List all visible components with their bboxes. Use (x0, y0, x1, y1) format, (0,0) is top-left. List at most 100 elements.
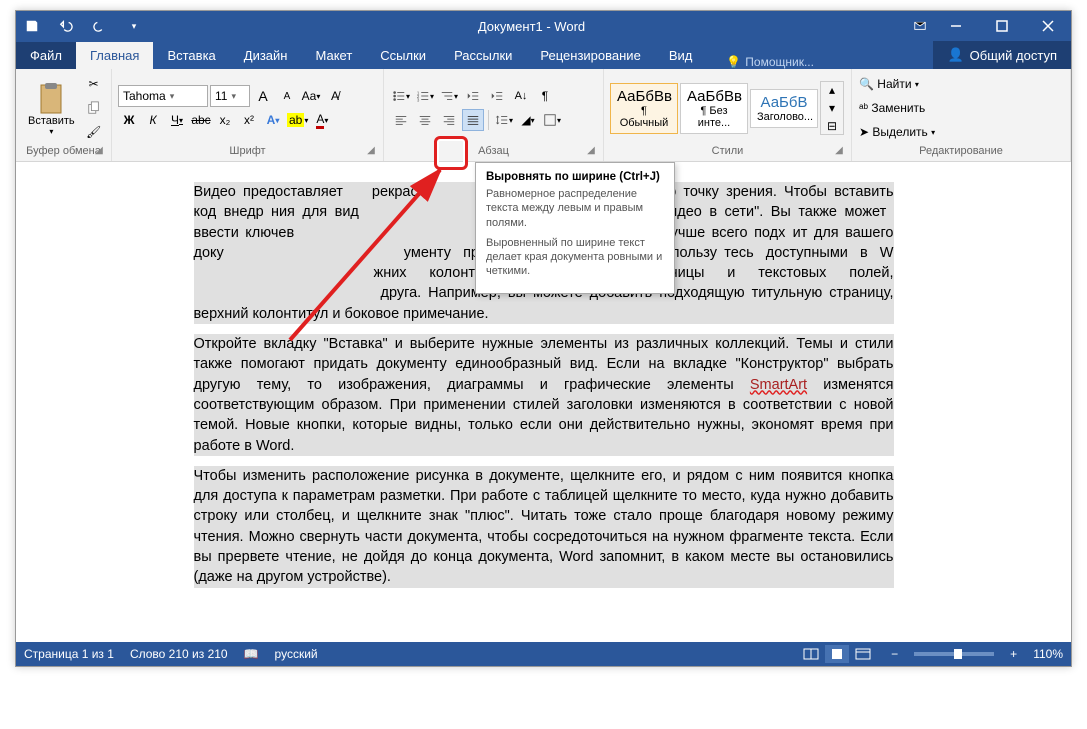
find-button[interactable]: 🔍 Найти ▾ (858, 73, 968, 95)
tab-references[interactable]: Ссылки (366, 42, 440, 69)
view-print-layout[interactable] (825, 645, 849, 663)
align-left-icon (394, 113, 408, 127)
font-size-combo[interactable]: 11▾ (210, 85, 250, 107)
view-web-layout[interactable] (851, 645, 875, 663)
line-spacing-icon (495, 113, 509, 127)
borders-icon (543, 113, 557, 127)
bulb-icon: 💡 (726, 55, 741, 69)
zoom-slider[interactable] (914, 652, 994, 656)
outdent-icon (466, 89, 480, 103)
styles-launcher[interactable]: ◢ (833, 145, 845, 157)
view-buttons (799, 645, 875, 663)
increase-indent-button[interactable] (486, 85, 508, 107)
text-effects-button[interactable]: A▾ (262, 109, 284, 131)
paragraph-launcher[interactable]: ◢ (585, 145, 597, 157)
save-icon[interactable] (22, 16, 42, 36)
zoom-out-button[interactable]: − (891, 647, 898, 661)
format-painter-button[interactable]: 🖌 (83, 121, 105, 143)
justify-button[interactable] (462, 109, 484, 131)
show-marks-button[interactable]: ¶ (534, 85, 556, 107)
change-case-button[interactable]: Aa▾ (300, 85, 322, 107)
clipboard-group-label: Буфер обмена (26, 145, 101, 157)
maximize-button[interactable] (979, 11, 1025, 41)
paragraph-2[interactable]: Откройте вкладку "Вставка" и выберите ну… (194, 334, 894, 456)
clipboard-launcher[interactable]: ◢ (93, 145, 105, 157)
multilevel-button[interactable]: ▾ (438, 85, 460, 107)
status-words[interactable]: Слово 210 из 210 (130, 647, 228, 661)
status-bar: Страница 1 из 1 Слово 210 из 210 📖 русск… (16, 642, 1071, 666)
tab-insert[interactable]: Вставка (153, 42, 229, 69)
font-color-button[interactable]: A▾ (311, 109, 333, 131)
close-button[interactable] (1025, 11, 1071, 41)
share-icon: 👤 (947, 47, 963, 63)
align-center-button[interactable] (414, 109, 436, 131)
zoom-level[interactable]: 110% (1033, 647, 1063, 661)
underline-button[interactable]: Ч▾ (166, 109, 188, 131)
ribbon: Вставить ▾ ✂ 🖌 Буфер обмена◢ Tahoma▾ 11▾… (16, 69, 1071, 162)
undo-icon[interactable] (56, 16, 76, 36)
font-launcher[interactable]: ◢ (365, 145, 377, 157)
style-heading1[interactable]: АаБбВЗаголово... (750, 89, 818, 128)
font-group-label: Шрифт (229, 145, 265, 157)
zoom-in-button[interactable]: + (1010, 647, 1017, 661)
styles-scroll-up[interactable]: ▴ (821, 82, 843, 98)
document-area[interactable]: Видео предоставляет xxxрекраснуить свою … (16, 162, 1071, 642)
numbering-button[interactable]: 123▾ (414, 85, 436, 107)
bold-button[interactable]: Ж (118, 109, 140, 131)
tab-file[interactable]: Файл (16, 42, 76, 69)
font-name-combo[interactable]: Tahoma▾ (118, 85, 208, 107)
decrease-indent-button[interactable] (462, 85, 484, 107)
superscript-button[interactable]: x² (238, 109, 260, 131)
paragraph-3[interactable]: Чтобы изменить расположение рисунка в до… (194, 466, 894, 588)
copy-button[interactable] (83, 97, 105, 119)
shading-button[interactable]: ◢▾ (517, 109, 539, 131)
borders-button[interactable]: ▾ (541, 109, 563, 131)
italic-button[interactable]: К (142, 109, 164, 131)
tab-design[interactable]: Дизайн (230, 42, 302, 69)
minimize-button[interactable] (933, 11, 979, 41)
redo-icon[interactable] (90, 16, 110, 36)
tab-review[interactable]: Рецензирование (526, 42, 654, 69)
eraser-icon: A̸ (331, 89, 339, 103)
smartart-link: SmartArt (750, 377, 807, 393)
styles-group-label: Стили (712, 145, 744, 157)
tab-mailings[interactable]: Рассылки (440, 42, 526, 69)
highlight-button[interactable]: ab▾ (286, 109, 309, 131)
tab-home[interactable]: Главная (76, 42, 153, 69)
tab-layout[interactable]: Макет (301, 42, 366, 69)
sort-button[interactable]: A↓ (510, 85, 532, 107)
svg-text:3: 3 (417, 97, 420, 102)
align-right-icon (442, 113, 456, 127)
align-right-button[interactable] (438, 109, 460, 131)
status-language[interactable]: русский (275, 647, 318, 661)
qat-customize-icon[interactable]: ▾ (124, 16, 144, 36)
select-button[interactable]: ➤ Выделить ▾ (858, 121, 968, 143)
title-bar: ▾ Документ1 - Word (16, 11, 1071, 41)
clear-formatting-button[interactable]: A̸ (324, 85, 346, 107)
style-normal[interactable]: АаБбВв¶ Обычный (610, 83, 678, 134)
sort-icon: A↓ (515, 90, 528, 102)
tell-me[interactable]: 💡Помощник... (726, 55, 814, 69)
grow-font-button[interactable]: A (252, 85, 274, 107)
shrink-font-button[interactable]: A (276, 85, 298, 107)
subscript-button[interactable]: x₂ (214, 109, 236, 131)
ribbon-options-icon[interactable] (913, 18, 927, 35)
spellcheck-icon[interactable]: 📖 (244, 647, 259, 661)
paste-button[interactable]: Вставить ▾ (22, 77, 81, 140)
view-read-mode[interactable] (799, 645, 823, 663)
ribbon-tabs: Файл Главная Вставка Дизайн Макет Ссылки… (16, 41, 1071, 69)
share-button[interactable]: 👤Общий доступ (933, 41, 1071, 69)
cut-button[interactable]: ✂ (83, 73, 105, 95)
line-spacing-button[interactable]: ▾ (493, 109, 515, 131)
styles-scroll-down[interactable]: ▾ (821, 100, 843, 116)
status-page[interactable]: Страница 1 из 1 (24, 647, 114, 661)
style-no-spacing[interactable]: АаБбВв¶ Без инте... (680, 83, 748, 134)
tab-view[interactable]: Вид (655, 42, 707, 69)
bullets-button[interactable]: ▾ (390, 85, 412, 107)
bucket-icon: ◢ (521, 113, 530, 127)
scissors-icon: ✂ (89, 77, 99, 91)
replace-button[interactable]: ᵃᵇ Заменить (858, 97, 968, 119)
styles-expand[interactable]: ⊟ (821, 118, 843, 134)
align-left-button[interactable] (390, 109, 412, 131)
strikethrough-button[interactable]: abc (190, 109, 212, 131)
